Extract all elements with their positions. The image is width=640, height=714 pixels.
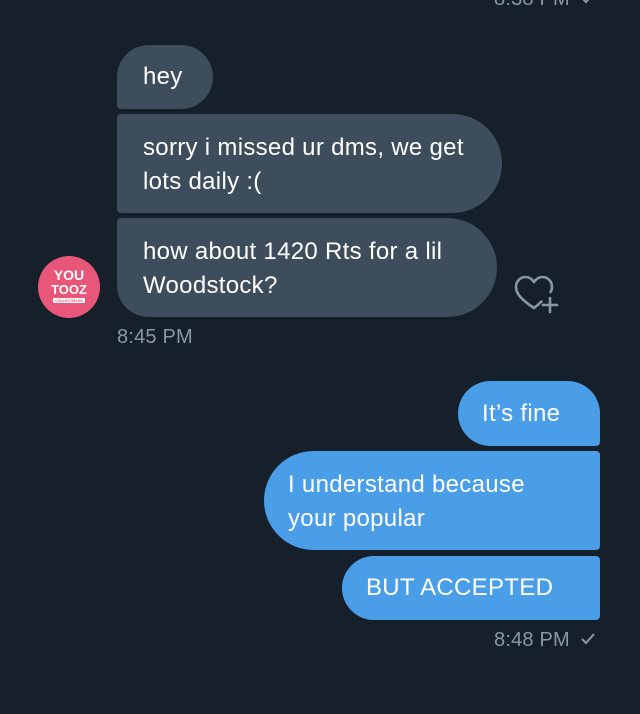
outgoing-timestamp: 8:48 PM xyxy=(494,629,596,652)
outgoing-message-2[interactable]: I understand because your popular xyxy=(264,451,600,550)
incoming-timestamp-text: 8:45 PM xyxy=(117,326,193,348)
outgoing-message-3[interactable]: BUT ACCEPTED xyxy=(342,556,600,620)
checkmark-icon xyxy=(582,0,589,4)
heart-add-icon xyxy=(514,275,559,314)
logo-line1: YOU xyxy=(54,267,84,283)
logo-line3: COLLECTIBLES xyxy=(55,299,83,303)
incoming-message-3[interactable]: how about 1420 Rts for a lil Woodstock? xyxy=(117,218,497,317)
incoming-message-text: hey xyxy=(143,63,183,90)
outgoing-message-1[interactable]: It’s fine xyxy=(458,381,600,446)
incoming-message-text: how about 1420 Rts for a lil Woodstock? xyxy=(143,238,443,299)
logo-line2: TOOZ xyxy=(51,282,87,297)
incoming-message-text: sorry i missed ur dms, we get lots daily… xyxy=(143,134,464,195)
incoming-timestamp: 8:45 PM xyxy=(117,326,193,349)
outgoing-message-text: It’s fine xyxy=(482,400,561,427)
outgoing-message-text: I understand because your popular xyxy=(288,471,525,532)
outgoing-message-text: BUT ACCEPTED xyxy=(366,574,554,601)
youtooz-logo: YOU TOOZ COLLECTIBLES xyxy=(51,267,87,303)
outgoing-timestamp-text: 8:48 PM xyxy=(494,629,570,651)
previous-timestamp-text: 8:38 PM xyxy=(494,0,570,10)
incoming-message-1[interactable]: hey xyxy=(117,45,213,109)
avatar[interactable]: YOU TOOZ COLLECTIBLES xyxy=(38,256,100,318)
checkmark-icon xyxy=(580,633,595,645)
previous-timestamp: 8:38 PM xyxy=(494,0,596,11)
incoming-message-2[interactable]: sorry i missed ur dms, we get lots daily… xyxy=(117,114,502,213)
like-message-button[interactable] xyxy=(512,272,564,320)
